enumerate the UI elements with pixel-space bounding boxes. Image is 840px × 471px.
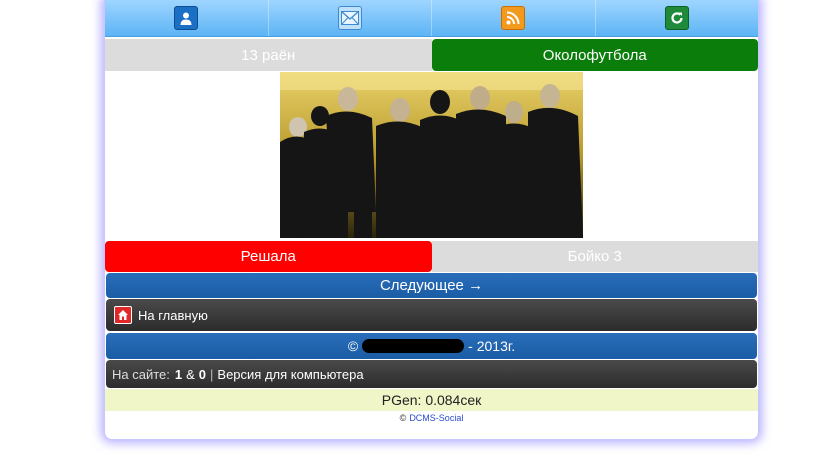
engine-credits: © DCMS-Social <box>105 411 758 425</box>
page-gen-time: PGen: 0.084сек <box>105 389 758 411</box>
prev-item-link[interactable]: 13 раён <box>105 39 432 71</box>
online-amp: & <box>186 366 195 382</box>
credits-symbol: © <box>399 413 407 423</box>
online-label: На сайте: <box>112 366 170 382</box>
copyright-bar: © - 2013г. <box>106 333 757 359</box>
next-related-link[interactable]: Бойко 3 <box>431 241 758 272</box>
online-guests-link[interactable]: 0 <box>199 367 206 382</box>
movie-poster-image <box>280 72 583 238</box>
top-nav-row: 13 раён Околофутбола <box>105 39 758 71</box>
refresh-icon[interactable] <box>664 6 689 30</box>
top-cell-rss[interactable] <box>432 0 596 36</box>
home-link-label: На главную <box>138 307 208 323</box>
top-cell-profile[interactable] <box>105 0 269 36</box>
next-button[interactable]: Следующее → <box>106 273 757 298</box>
bottom-nav-row: Решала Бойко 3 <box>105 241 758 272</box>
home-link[interactable]: На главную <box>106 299 757 331</box>
next-button-label: Следующее → <box>379 277 484 294</box>
home-icon <box>114 306 132 324</box>
profile-icon[interactable] <box>174 6 199 30</box>
page-frame: 13 раён Околофутбола Решала Бойко 3 След… <box>104 0 759 440</box>
top-icon-bar <box>105 0 758 37</box>
page-gen-label: PGen: 0.084сек <box>381 392 482 408</box>
desktop-version-link[interactable]: Версия для компьютера <box>217 367 363 382</box>
copyright-year: - 2013г. <box>468 338 516 354</box>
dcms-social-link[interactable]: DCMS-Social <box>409 413 463 423</box>
prev-related-link[interactable]: Решала <box>105 241 432 272</box>
redacted-site-name <box>362 339 465 353</box>
top-cell-refresh[interactable] <box>596 0 759 36</box>
mail-icon[interactable] <box>337 6 362 30</box>
online-users-link[interactable]: 1 <box>175 367 182 382</box>
top-cell-mail[interactable] <box>269 0 432 36</box>
next-item-link[interactable]: Околофутбола <box>431 39 758 71</box>
rss-icon[interactable] <box>501 6 526 30</box>
online-stats-bar: На сайте: 1 & 0 | Версия для компьютера <box>106 360 757 388</box>
online-separator: | <box>210 366 214 382</box>
copyright-symbol: © <box>347 338 359 354</box>
